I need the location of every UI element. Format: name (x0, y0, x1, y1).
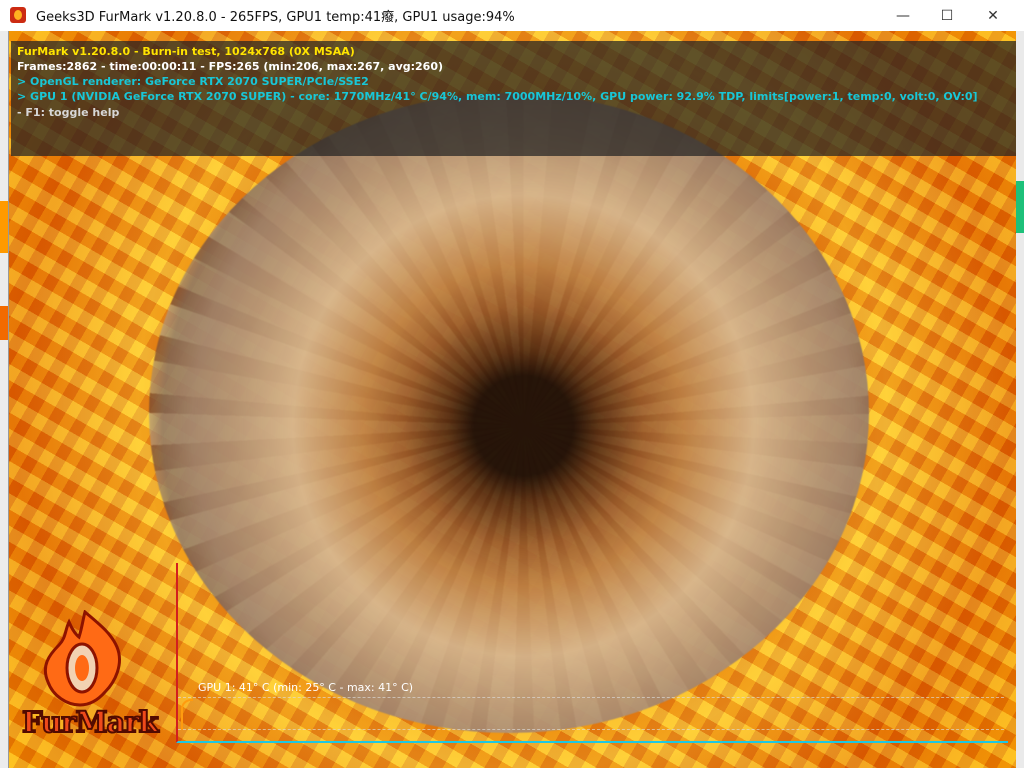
furmark-logo: FurMark (21, 610, 160, 740)
gpu-temperature-label: GPU 1: 41° C (min: 25° C - max: 41° C) (198, 681, 414, 694)
temperature-graph: GPU 1: 41° C (min: 25° C - max: 41° C) (176, 563, 1008, 743)
graph-min-line (178, 729, 1004, 730)
hud-line-renderer: > OpenGL renderer: GeForce RTX 2070 SUPE… (17, 75, 369, 88)
background-green-block (1016, 181, 1024, 233)
close-button[interactable]: ✕ (970, 0, 1016, 31)
graph-max-line (178, 697, 1004, 698)
flame-logo-icon (43, 610, 121, 707)
title-bar[interactable]: Geeks3D FurMark v1.20.8.0 - 265FPS, GPU1… (0, 0, 1024, 32)
hud-line-title: FurMark v1.20.8.0 - Burn-in test, 1024x7… (17, 45, 355, 58)
furmark-window: Geeks3D FurMark v1.20.8.0 - 265FPS, GPU1… (0, 0, 1024, 768)
window-title: Geeks3D FurMark v1.20.8.0 - 265FPS, GPU1… (36, 10, 515, 25)
hud-line-help: - F1: toggle help (17, 106, 120, 119)
background-orange-block (0, 201, 8, 253)
minimize-button[interactable]: — (880, 0, 926, 31)
hud-line-gpu: > GPU 1 (NVIDIA GeForce RTX 2070 SUPER) … (17, 90, 978, 103)
background-window-right-edge (1016, 31, 1024, 768)
background-orange-block (0, 306, 8, 340)
maximize-button[interactable]: ☐ (924, 0, 970, 31)
furmark-logo-text: FurMark (21, 704, 160, 740)
hud-line-frames: Frames:2862 - time:00:00:11 - FPS:265 (m… (17, 60, 444, 73)
hud-overlay: FurMark v1.20.8.0 - Burn-in test, 1024x7… (11, 41, 1016, 156)
temperature-trace (181, 699, 193, 730)
background-window-left-edge (0, 31, 9, 768)
furmark-app-icon (10, 7, 26, 23)
